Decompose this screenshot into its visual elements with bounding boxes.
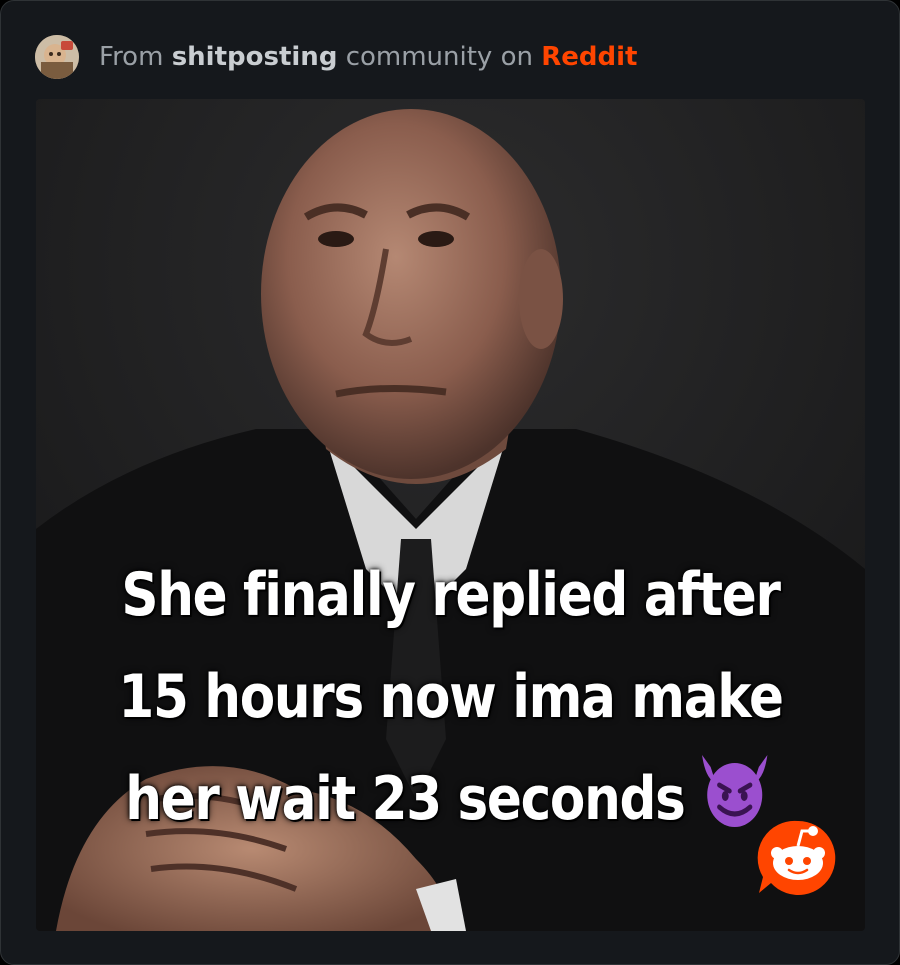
caption-line-3: her wait 23 seconds [94, 748, 807, 850]
community-avatar[interactable] [35, 35, 79, 79]
source-attribution: From shitposting community on Reddit [99, 41, 637, 73]
image-caption: She finally replied after 15 hours now i… [94, 544, 807, 850]
community-link[interactable]: shitposting [172, 42, 338, 72]
reddit-logo-icon [757, 820, 836, 895]
caption-line-3-text: her wait 23 seconds [125, 764, 686, 834]
caption-line-1: She finally replied after [121, 560, 781, 630]
source-prefix: From [99, 42, 164, 72]
reddit-embed-card[interactable]: From shitposting community on Reddit She… [0, 0, 900, 965]
reddit-link[interactable]: Reddit [541, 42, 637, 72]
caption-line-2: 15 hours now ima make [118, 662, 784, 732]
avatar-image [35, 35, 79, 79]
source-middle: community on [345, 42, 533, 72]
embed-header: From shitposting community on Reddit [35, 34, 637, 80]
post-image[interactable]: She finally replied after 15 hours now i… [36, 99, 865, 931]
